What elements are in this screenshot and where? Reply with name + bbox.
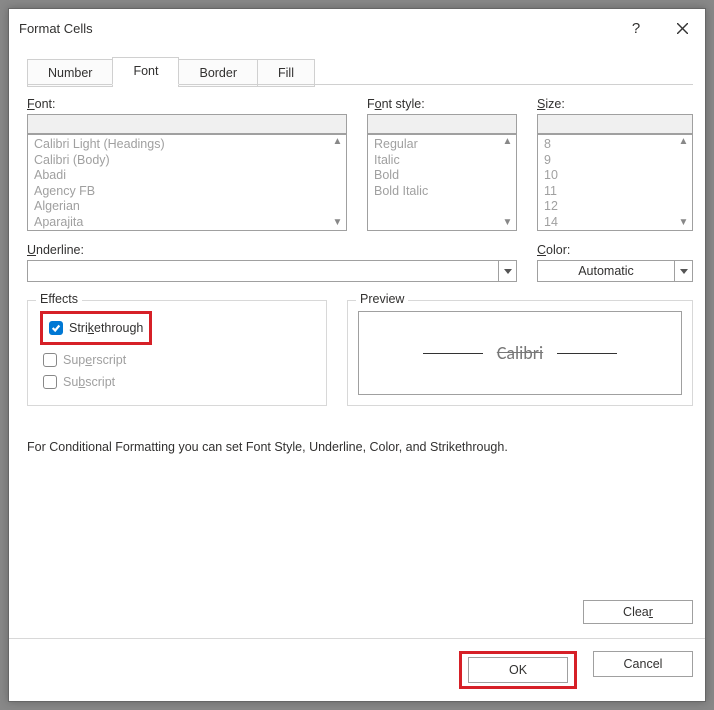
strikethrough-label: Strikethrough [69,321,143,335]
size-label: Size: [537,97,693,111]
font-option[interactable]: Agency FB [34,184,328,200]
size-option[interactable]: 11 [544,184,674,200]
font-style-input[interactable] [367,114,517,134]
ok-highlight: OK [459,651,577,689]
superscript-checkbox-row[interactable]: Superscript [40,351,314,369]
dialog-title: Format Cells [19,21,613,36]
format-cells-dialog: Format Cells ? Number Font Border Fill F… [8,8,706,702]
preview-line [423,353,483,354]
preview-group-label: Preview [356,292,408,306]
chevron-down-icon[interactable] [498,261,516,281]
font-style-label: Font style: [367,97,517,111]
size-input[interactable] [537,114,693,134]
effects-group-label: Effects [36,292,82,306]
strikethrough-highlight: Strikethrough [40,311,152,345]
subscript-label: Subscript [63,375,115,389]
close-icon [677,23,688,34]
preview-box: Calibri [358,311,682,395]
font-option[interactable]: Algerian [34,199,328,215]
scrollbar[interactable]: ▲▼ [675,135,692,230]
superscript-checkbox[interactable] [43,353,57,367]
font-input[interactable] [27,114,347,134]
size-option[interactable]: 9 [544,153,674,169]
strikethrough-checkbox-row[interactable]: Strikethrough [46,319,146,337]
size-option[interactable]: 10 [544,168,674,184]
size-option[interactable]: 8 [544,137,674,153]
ok-button[interactable]: OK [468,657,568,683]
tab-border[interactable]: Border [178,59,258,87]
preview-text: Calibri [497,342,543,364]
close-button[interactable] [659,9,705,47]
cancel-button[interactable]: Cancel [593,651,693,677]
tab-font[interactable]: Font [112,57,179,85]
preview-line [557,353,617,354]
tab-body: Font: Calibri Light (Headings) Calibri (… [27,84,693,638]
help-button[interactable]: ? [613,9,659,47]
font-option[interactable]: Abadi [34,168,328,184]
titlebar: Format Cells ? [9,9,705,47]
subscript-checkbox[interactable] [43,375,57,389]
color-combo[interactable]: Automatic [537,260,693,282]
superscript-label: Superscript [63,353,126,367]
size-option[interactable]: 12 [544,199,674,215]
size-option[interactable]: 14 [544,215,674,231]
font-list[interactable]: Calibri Light (Headings) Calibri (Body) … [27,134,347,231]
font-style-option[interactable]: Regular [374,137,498,153]
scrollbar[interactable]: ▲▼ [329,135,346,230]
color-label: Color: [537,243,693,257]
subscript-checkbox-row[interactable]: Subscript [40,373,314,391]
underline-label: Underline: [27,243,517,257]
font-style-option[interactable]: Italic [374,153,498,169]
font-style-option[interactable]: Bold Italic [374,184,498,200]
strikethrough-checkbox[interactable] [49,321,63,335]
underline-combo[interactable] [27,260,517,282]
tab-number[interactable]: Number [27,59,113,87]
dialog-footer: OK Cancel [9,638,705,701]
preview-group: Preview Calibri [347,300,693,406]
tab-strip: Number Font Border Fill [27,57,695,85]
font-label: Font: [27,97,347,111]
font-option[interactable]: Calibri Light (Headings) [34,137,328,153]
note-text: For Conditional Formatting you can set F… [27,440,693,454]
font-style-option[interactable]: Bold [374,168,498,184]
tab-fill[interactable]: Fill [257,59,315,87]
clear-button[interactable]: Clear [583,600,693,624]
size-list[interactable]: 8 9 10 11 12 14 ▲▼ [537,134,693,231]
font-option[interactable]: Aparajita [34,215,328,231]
check-icon [51,323,61,333]
chevron-down-icon[interactable] [674,261,692,281]
font-option[interactable]: Calibri (Body) [34,153,328,169]
font-style-list[interactable]: Regular Italic Bold Bold Italic ▲▼ [367,134,517,231]
scrollbar[interactable]: ▲▼ [499,135,516,230]
effects-group: Effects Strikethrough Superscript [27,300,327,406]
